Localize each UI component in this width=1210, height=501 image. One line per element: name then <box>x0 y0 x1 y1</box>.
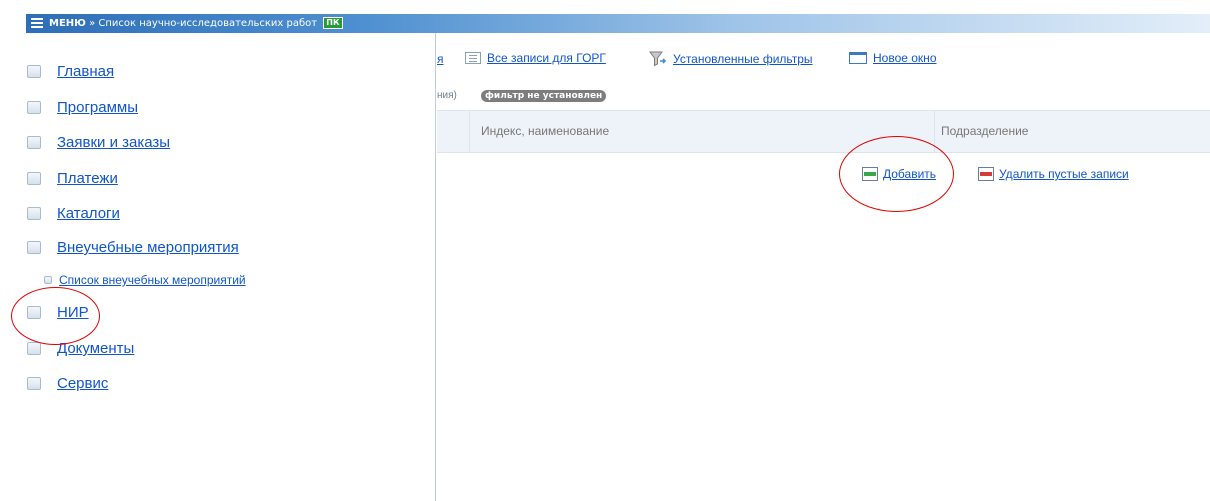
installed-filters-label[interactable]: Установленные фильтры <box>673 52 813 66</box>
annotation-circle-nir <box>11 287 100 345</box>
column-separator <box>469 111 470 152</box>
toolbar-cut-link[interactable]: я <box>437 52 444 66</box>
menu-bullet-icon <box>27 101 41 114</box>
menu-bullet-icon <box>27 207 41 220</box>
sidebar-item-label[interactable]: Внеучебные мероприятия <box>57 239 239 256</box>
sidebar-item-extracurricular[interactable]: Внеучебные мероприятия <box>26 239 239 256</box>
top-bar-title: МЕНЮ » Список научно-исследовательских р… <box>49 16 343 31</box>
breadcrumb-separator: » <box>89 18 96 29</box>
annotation-circle-add <box>839 136 954 212</box>
sidebar-item-home[interactable]: Главная <box>26 63 114 80</box>
main-content: я Все записи для ГОРГ Установленные филь… <box>437 33 1210 501</box>
delete-empty-button[interactable]: Удалить пустые записи <box>978 167 1129 181</box>
new-window-link[interactable]: Новое окно <box>849 51 937 65</box>
all-records-label[interactable]: Все записи для ГОРГ <box>487 51 606 65</box>
top-bar: МЕНЮ » Список научно-исследовательских р… <box>26 14 1210 33</box>
sidebar-item-service[interactable]: Сервис <box>26 375 108 392</box>
table-header: Индекс, наименование Подразделение <box>437 110 1210 153</box>
menu-bullet-icon <box>27 241 41 254</box>
sidebar-item-orders[interactable]: Заявки и заказы <box>26 134 170 151</box>
screen: МЕНЮ » Список научно-исследовательских р… <box>0 0 1210 501</box>
menu-bullet-icon <box>27 136 41 149</box>
sidebar-item-label[interactable]: Платежи <box>57 170 118 187</box>
sidebar-menu: Главная Программы Заявки и заказы Платеж… <box>26 33 436 501</box>
window-icon <box>849 52 867 64</box>
sidebar-item-label[interactable]: Главная <box>57 63 114 80</box>
installed-filters-link[interactable]: Установленные фильтры <box>649 51 813 67</box>
sidebar-item-label[interactable]: Заявки и заказы <box>57 134 170 151</box>
delete-record-icon <box>978 167 994 181</box>
filter-icon <box>649 51 667 67</box>
sidebar-item-payments[interactable]: Платежи <box>26 170 118 187</box>
list-icon <box>465 52 481 64</box>
menu-bullet-icon <box>27 65 41 78</box>
delete-empty-label[interactable]: Удалить пустые записи <box>999 167 1129 181</box>
menu-label[interactable]: МЕНЮ <box>49 18 86 29</box>
sidebar-item-label[interactable]: Программы <box>57 99 138 116</box>
sidebar-item-catalogs[interactable]: Каталоги <box>26 205 120 222</box>
column-header-index-name[interactable]: Индекс, наименование <box>481 111 609 152</box>
sidebar-item-label[interactable]: Список внеучебных мероприятий <box>59 273 246 287</box>
all-records-link[interactable]: Все записи для ГОРГ <box>465 51 606 65</box>
page-title: Список научно-исследовательских работ <box>98 18 318 29</box>
sidebar-item-label[interactable]: Каталоги <box>57 205 120 222</box>
new-window-label[interactable]: Новое окно <box>873 51 937 65</box>
pk-badge[interactable]: ПК <box>323 17 343 29</box>
menu-icon[interactable] <box>31 18 43 29</box>
column-header-department[interactable]: Подразделение <box>941 111 1028 152</box>
menu-bullet-icon <box>44 276 52 284</box>
menu-bullet-icon <box>27 172 41 185</box>
sidebar-item-programs[interactable]: Программы <box>26 99 138 116</box>
sidebar-item-label[interactable]: Сервис <box>57 375 108 392</box>
filter-status-badge: фильтр не установлен <box>481 90 607 102</box>
sidebar-subitem-extracurricular-list[interactable]: Список внеучебных мероприятий <box>26 273 246 287</box>
menu-bullet-icon <box>27 342 41 355</box>
menu-bullet-icon <box>27 377 41 390</box>
filter-prefix-text: ния) <box>437 90 457 101</box>
